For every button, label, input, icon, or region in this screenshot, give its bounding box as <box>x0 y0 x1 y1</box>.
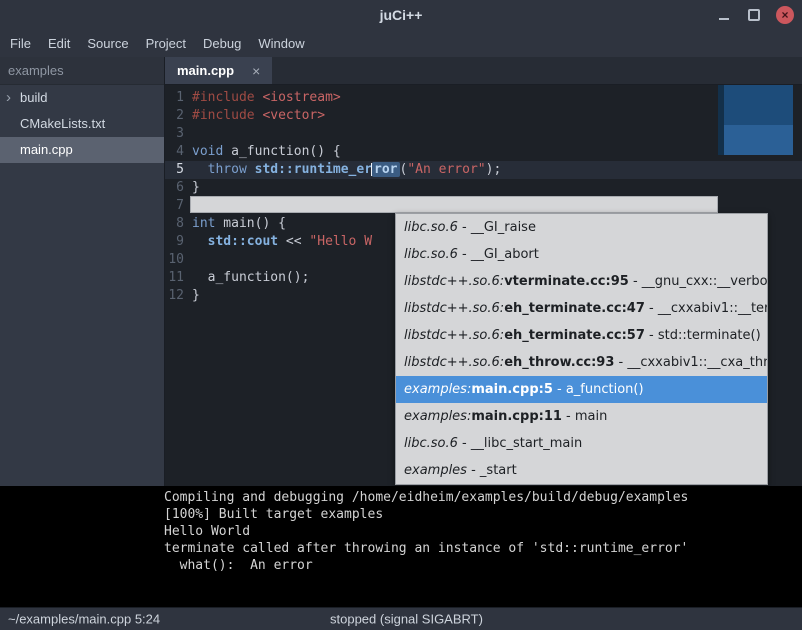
overlay-tooltip-panel-lower <box>724 125 793 155</box>
terminal-output[interactable]: Compiling and debugging /home/eidheim/ex… <box>0 486 802 607</box>
backtrace-item[interactable]: libc.so.6 - __GI_abort <box>396 241 767 268</box>
line-number: 8 <box>165 215 189 233</box>
line-number: 5 <box>165 161 189 179</box>
code-text: throw std::runtime_error("An error"); <box>189 161 501 179</box>
statusbar: ~/examples/main.cpp 5:24 stopped (signal… <box>0 607 802 630</box>
terminal-line: Hello World <box>164 523 802 540</box>
line-number: 6 <box>165 179 189 197</box>
code-line[interactable]: 1 #include <iostream> <box>165 89 802 107</box>
statusbar-file-position: ~/examples/main.cpp 5:24 <box>8 612 160 627</box>
menu-item-edit[interactable]: Edit <box>48 34 70 53</box>
line-number: 2 <box>165 107 189 125</box>
restore-button[interactable] <box>746 7 762 23</box>
tree-item-main-cpp[interactable]: main.cpp <box>0 137 164 163</box>
code-line[interactable]: 3 <box>165 125 802 143</box>
line-number: 12 <box>165 287 189 305</box>
close-button[interactable]: × <box>776 6 794 24</box>
menu-item-project[interactable]: Project <box>146 34 186 53</box>
restore-icon <box>748 9 760 21</box>
line-number: 4 <box>165 143 189 161</box>
code-text: int main() { <box>189 215 286 233</box>
minimize-icon <box>719 18 729 20</box>
line-number: 11 <box>165 269 189 287</box>
menu-item-debug[interactable]: Debug <box>203 34 241 53</box>
code-text: } <box>189 287 200 305</box>
terminal-line: what(): An error <box>164 557 802 574</box>
editor-tabbar: main.cpp × <box>165 57 802 85</box>
tab-label: main.cpp <box>177 63 234 78</box>
highlighted-token: ror <box>372 162 399 177</box>
window-controls: × <box>716 0 794 30</box>
tree-item-label: CMakeLists.txt <box>20 111 105 137</box>
app-window: { "window": { "title": "juCi++", "contro… <box>0 0 802 630</box>
terminal-line: [100%] Built target examples <box>164 506 802 523</box>
backtrace-popup: libc.so.6 - __GI_raise libc.so.6 - __GI_… <box>395 213 768 485</box>
code-text: } <box>189 179 200 197</box>
window-title: juCi++ <box>380 7 423 23</box>
terminal-line: terminate called after throwing an insta… <box>164 540 802 557</box>
tree-item-build[interactable]: › build <box>0 85 164 111</box>
tree-item-label: main.cpp <box>20 137 73 163</box>
code-text: #include <iostream> <box>189 89 341 107</box>
project-folder-header[interactable]: examples <box>0 57 164 85</box>
code-text: void a_function() { <box>189 143 341 161</box>
backtrace-item-selected[interactable]: examples:main.cpp:5 - a_function() <box>396 376 767 403</box>
line-number: 1 <box>165 89 189 107</box>
chevron-right-icon[interactable]: › <box>6 86 20 110</box>
file-tree-sidebar: examples › build CMakeLists.txt main.cpp <box>0 57 165 486</box>
code-text: std::cout << "Hello W <box>189 233 372 251</box>
backtrace-item[interactable]: examples - _start <box>396 457 767 484</box>
tab-close-icon[interactable]: × <box>252 63 260 79</box>
line-number: 10 <box>165 251 189 269</box>
tree-item-label: build <box>20 85 47 111</box>
line-number: 3 <box>165 125 189 143</box>
terminal-line: Compiling and debugging /home/eidheim/ex… <box>164 489 802 506</box>
code-line-current[interactable]: 5 throw std::runtime_error("An error"); <box>165 161 802 179</box>
menu-item-window[interactable]: Window <box>258 34 304 53</box>
line-number: 9 <box>165 233 189 251</box>
backtrace-item[interactable]: libstdc++.so.6:eh_terminate.cc:57 - std:… <box>396 322 767 349</box>
backtrace-item[interactable]: libc.so.6 - __GI_raise <box>396 214 767 241</box>
titlebar[interactable]: juCi++ × <box>0 0 802 30</box>
backtrace-item[interactable]: libc.so.6 - __libc_start_main <box>396 430 767 457</box>
line-number: 7 <box>165 197 189 215</box>
overlay-tooltip-panel <box>718 85 793 155</box>
minimize-button[interactable] <box>716 7 732 23</box>
backtrace-item[interactable]: examples:main.cpp:11 - main <box>396 403 767 430</box>
backtrace-item[interactable]: libstdc++.so.6:eh_terminate.cc:47 - __cx… <box>396 295 767 322</box>
backtrace-item[interactable]: libstdc++.so.6:eh_throw.cc:93 - __cxxabi… <box>396 349 767 376</box>
menu-item-source[interactable]: Source <box>87 34 128 53</box>
code-text: a_function(); <box>189 269 309 287</box>
code-line[interactable]: 4 void a_function() { <box>165 143 802 161</box>
tab-main-cpp[interactable]: main.cpp × <box>165 57 272 84</box>
statusbar-debug-status: stopped (signal SIGABRT) <box>330 612 483 627</box>
tree-item-cmakelists[interactable]: CMakeLists.txt <box>0 111 164 137</box>
menubar: File Edit Source Project Debug Window <box>0 30 802 57</box>
code-text: #include <vector> <box>189 107 325 125</box>
tooltip-strip <box>190 196 718 213</box>
backtrace-item[interactable]: libstdc++.so.6:vterminate.cc:95 - __gnu_… <box>396 268 767 295</box>
menu-item-file[interactable]: File <box>10 34 31 53</box>
code-line[interactable]: 2 #include <vector> <box>165 107 802 125</box>
code-line[interactable]: 6 } <box>165 179 802 197</box>
